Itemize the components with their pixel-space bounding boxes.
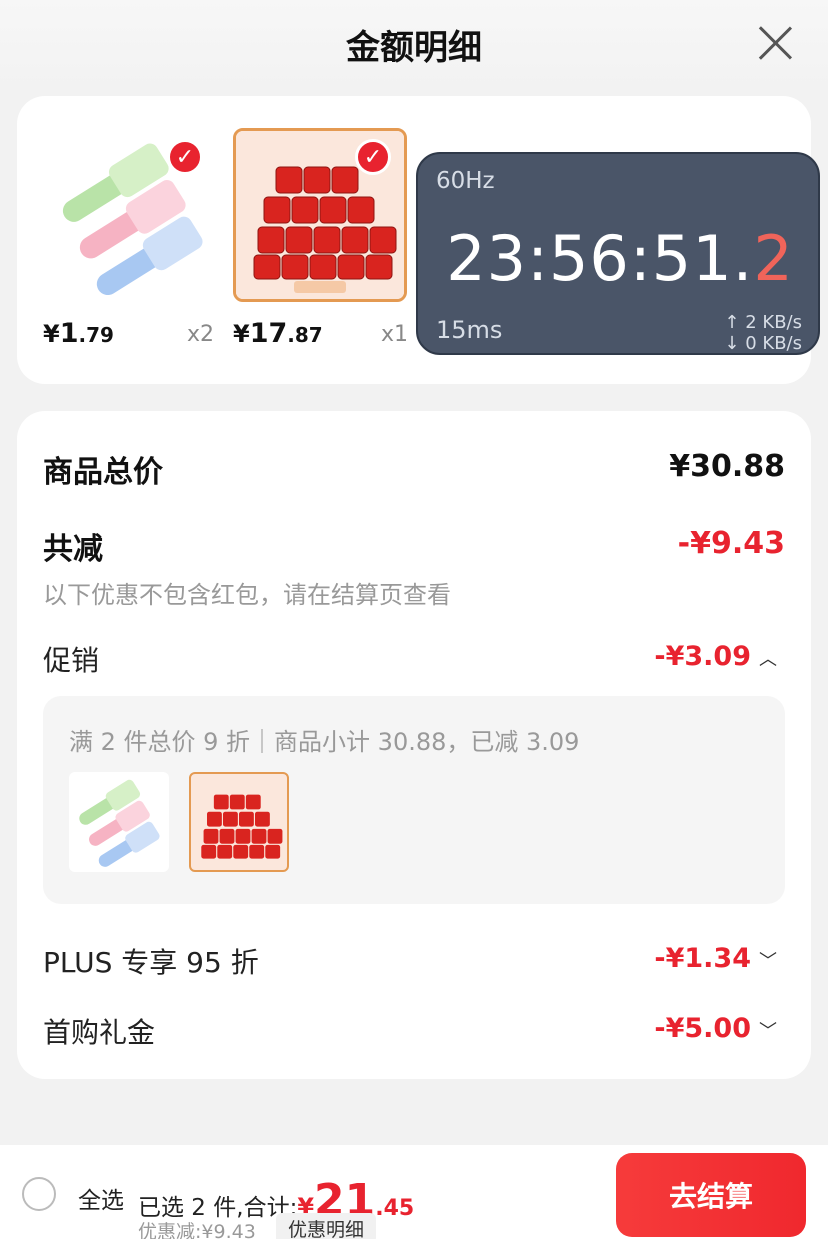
plus-toggle[interactable]: -¥1.34 ﹀ bbox=[654, 943, 777, 974]
total-label: 商品总价 bbox=[43, 455, 163, 490]
checkout-button[interactable]: 去结算 bbox=[616, 1153, 806, 1237]
check-icon[interactable]: ✓ bbox=[355, 139, 391, 175]
discount-detail-button[interactable]: 优惠明细 bbox=[276, 1213, 377, 1239]
noodle-illustration bbox=[201, 794, 283, 859]
network-speed: ↑ 2 KB/s ↓ 0 KB/s bbox=[724, 312, 802, 354]
reduce-label: 共减 bbox=[43, 532, 103, 567]
promo-thumb-noodles[interactable] bbox=[189, 772, 289, 872]
first-purchase-toggle[interactable]: -¥5.00 ﹀ bbox=[654, 1013, 777, 1044]
product-qty: x1 bbox=[381, 322, 409, 347]
amount-detail-card: 商品总价 ¥30.88 共减 -¥9.43 以下优惠不包含红包，请在结算页查看 … bbox=[17, 411, 811, 1079]
promo-thumb-brushes[interactable] bbox=[69, 772, 169, 872]
total-value: ¥30.88 bbox=[669, 449, 785, 484]
header: 金额明细 bbox=[0, 0, 828, 90]
chevron-down-icon: ﹀ bbox=[759, 951, 777, 972]
checkout-bar: 全选 已选 2 件,合计:¥21.45 优惠减:¥9.43 优惠明细 去结算 bbox=[0, 1145, 828, 1239]
chevron-up-icon: ︿ bbox=[759, 649, 777, 670]
reduce-note: 以下优惠不包含红包，请在结算页查看 bbox=[43, 581, 451, 609]
promo-toggle[interactable]: -¥3.09 ︿ bbox=[654, 641, 777, 672]
product-price: ¥17.87 bbox=[233, 318, 323, 349]
fps-overlay: 60Hz 23:56:51.2 15ms ↑ 2 KB/s ↓ 0 KB/s bbox=[416, 152, 820, 355]
chevron-down-icon: ﹀ bbox=[759, 1021, 777, 1042]
product-qty: x2 bbox=[187, 322, 215, 347]
discount-amount: 优惠减:¥9.43 bbox=[138, 1221, 256, 1239]
first-purchase-label: 首购礼金 bbox=[43, 1016, 156, 1049]
brush-illustration bbox=[79, 779, 160, 867]
promo-box: 满 2 件总价 9 折｜商品小计 30.88，已减 3.09 bbox=[43, 696, 785, 904]
reduce-value: -¥9.43 bbox=[677, 526, 785, 561]
promo-text: 满 2 件总价 9 折｜商品小计 30.88，已减 3.09 bbox=[69, 728, 580, 756]
check-icon[interactable]: ✓ bbox=[167, 139, 203, 175]
select-all-label[interactable]: 全选 bbox=[78, 1181, 124, 1215]
clock: 23:56:51.2 bbox=[446, 222, 794, 295]
product-price: ¥1.79 bbox=[43, 318, 114, 349]
refresh-rate: 60Hz bbox=[436, 168, 495, 194]
latency: 15ms bbox=[436, 316, 503, 344]
select-all-radio[interactable] bbox=[22, 1177, 56, 1211]
promo-label: 促销 bbox=[43, 644, 100, 677]
close-icon[interactable] bbox=[756, 24, 794, 62]
page-title: 金额明细 bbox=[346, 28, 482, 68]
plus-label: PLUS 专享 95 折 bbox=[43, 946, 259, 979]
